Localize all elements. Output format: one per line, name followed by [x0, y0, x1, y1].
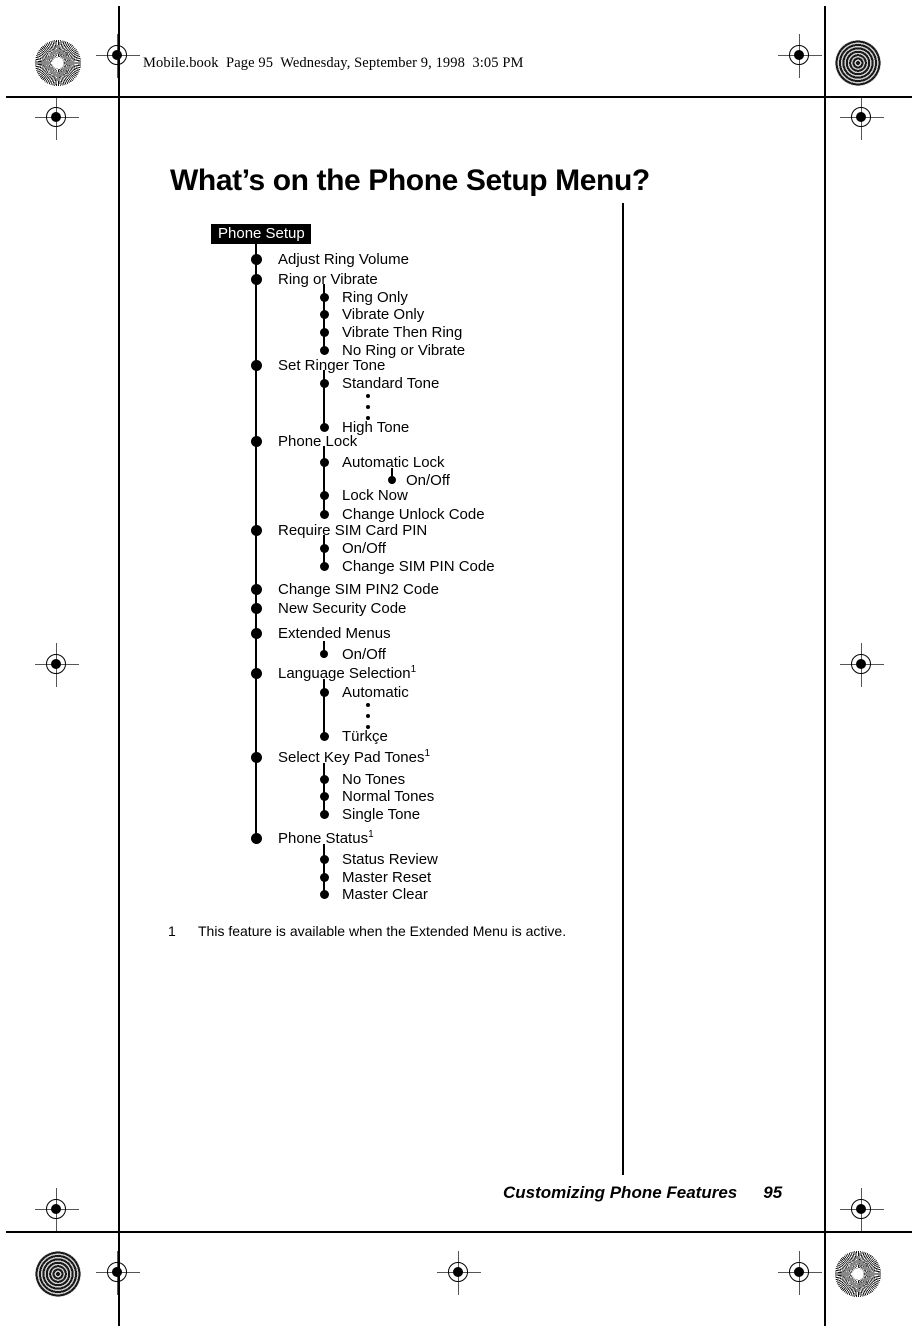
tree-node-label: Single Tone [342, 806, 421, 823]
tree-node-bullet [319, 327, 329, 337]
tree-node-bullet [319, 774, 329, 784]
registration-mark-mid-right [840, 643, 884, 687]
crop-line-bottom-horizontal [6, 1231, 912, 1233]
tree-node-label: Automatic [342, 684, 409, 701]
tree-node-label: Language Selection1 [278, 664, 417, 682]
tree-node-label: Lock Now [342, 487, 408, 504]
tree-node-label: Phone Status1 [278, 829, 374, 847]
tree-node-label: Set Ringer Tone [278, 357, 386, 374]
tree-node-label: Ring or Vibrate [278, 271, 378, 288]
footnote-reference: 1 [424, 748, 431, 759]
tree-node-bullet [319, 791, 329, 801]
tree-node-label: Extended Menus [278, 625, 391, 642]
tree-node-bullet [320, 650, 328, 658]
tree-node-bullet [319, 854, 329, 864]
registration-mark-bottom-right [778, 1251, 822, 1295]
concentric-density-patch-top-right [835, 40, 881, 86]
tree-node-bullet [319, 422, 329, 432]
page-title: What’s on the Phone Setup Menu? [170, 164, 650, 198]
tree-node-bullet [319, 687, 329, 697]
tree-node-label: Vibrate Only [342, 306, 425, 323]
tree-node-bullet [250, 832, 262, 844]
tree-root-phone-setup[interactable]: Phone Setup [211, 224, 311, 244]
tree-node-label: Change SIM PIN Code [342, 558, 495, 575]
starburst-density-patch-top-left [35, 40, 81, 86]
tree-node-bullet [250, 667, 262, 679]
crop-line-top-horizontal [6, 96, 912, 98]
tree-node-label: Require SIM Card PIN [278, 522, 428, 539]
tree-node-bullet [319, 543, 329, 553]
footnote-text: This feature is available when the Exten… [198, 923, 567, 939]
tree-node-label: Change Unlock Code [342, 506, 485, 523]
tree-node-bullet [250, 435, 262, 447]
tree-node-label: Change SIM PIN2 Code [278, 581, 439, 598]
registration-mark-top-right [778, 34, 822, 78]
tree-node-bullet [250, 583, 262, 595]
concentric-density-patch-bottom-left [35, 1251, 81, 1297]
tree-node-bullet [319, 809, 329, 819]
footer-section-title: Customizing Phone Features [503, 1183, 738, 1202]
tree-node-bullet [319, 457, 329, 467]
starburst-density-patch-bottom-right [835, 1251, 881, 1297]
tree-node-bullet [250, 524, 262, 536]
registration-mark-upper-right-corner [840, 96, 884, 140]
tree-node-bullet [250, 359, 262, 371]
tree-node-label: Phone Lock [278, 433, 358, 450]
connector-phone-lock-children [323, 446, 325, 518]
registration-mark-lower-left-corner [35, 1188, 79, 1232]
tree-node-bullet [250, 627, 262, 639]
tree-node-bullet [388, 476, 396, 484]
tree-node-bullet [319, 345, 329, 355]
registration-mark-mid-left [35, 643, 79, 687]
tree-node-label: Status Review [342, 851, 438, 868]
footer-page-number: 95 [763, 1183, 783, 1202]
tree-node-label: Türkçe [342, 728, 388, 745]
footnote-marker: 1 [168, 923, 176, 939]
content-side-rule [622, 203, 624, 1175]
tree-node-bullet [319, 292, 329, 302]
tree-node-bullet [319, 490, 329, 500]
tree-node-bullet [319, 561, 329, 571]
tree-node-bullet [319, 872, 329, 882]
tree-node-bullet [319, 378, 329, 388]
tree-node-label: Standard Tone [342, 375, 440, 392]
footnote-reference: 1 [410, 664, 417, 675]
footnote-reference: 1 [368, 829, 374, 840]
tree-node-bullet [250, 751, 262, 763]
tree-node-bullet [250, 273, 262, 285]
tree-node-bullet [319, 731, 329, 741]
tree-node-label: Select Key Pad Tones1 [278, 748, 431, 766]
tree-node-bullet [319, 309, 329, 319]
crop-line-left-vertical [118, 6, 120, 1326]
page-footer: Customizing Phone Features 95 [503, 1183, 782, 1203]
running-head: Mobile.book Page 95 Wednesday, September… [143, 55, 524, 71]
tree-node-label: Vibrate Then Ring [342, 324, 463, 341]
registration-mark-upper-left-corner [35, 96, 79, 140]
tree-node-label: Normal Tones [342, 788, 435, 805]
tree-node-label: No Tones [342, 771, 406, 788]
tree-node-label: Automatic Lock [342, 454, 445, 471]
tree-node-label: On/Off [406, 472, 450, 489]
registration-mark-lower-right-corner [840, 1188, 884, 1232]
tree-node-label: Master Reset [342, 869, 432, 886]
registration-mark-bottom-center [437, 1251, 481, 1295]
tree-node-label: No Ring or Vibrate [342, 342, 466, 359]
tree-node-bullet [250, 253, 262, 265]
tree-node-bullet [319, 509, 329, 519]
tree-node-label: New Security Code [278, 600, 407, 617]
tree-node-label: Ring Only [342, 289, 408, 306]
phone-setup-menu-tree: Phone Setup Adjust Ring Volume Ring or Vi… [0, 0, 919, 1332]
crop-line-right-vertical [824, 6, 826, 1326]
tree-node-label: On/Off [342, 646, 386, 663]
tree-node-bullet [319, 889, 329, 899]
tree-node-bullet [250, 602, 262, 614]
tree-node-label: Adjust Ring Volume [278, 251, 409, 268]
tree-node-label: On/Off [342, 540, 386, 557]
tree-node-label: Master Clear [342, 886, 428, 903]
